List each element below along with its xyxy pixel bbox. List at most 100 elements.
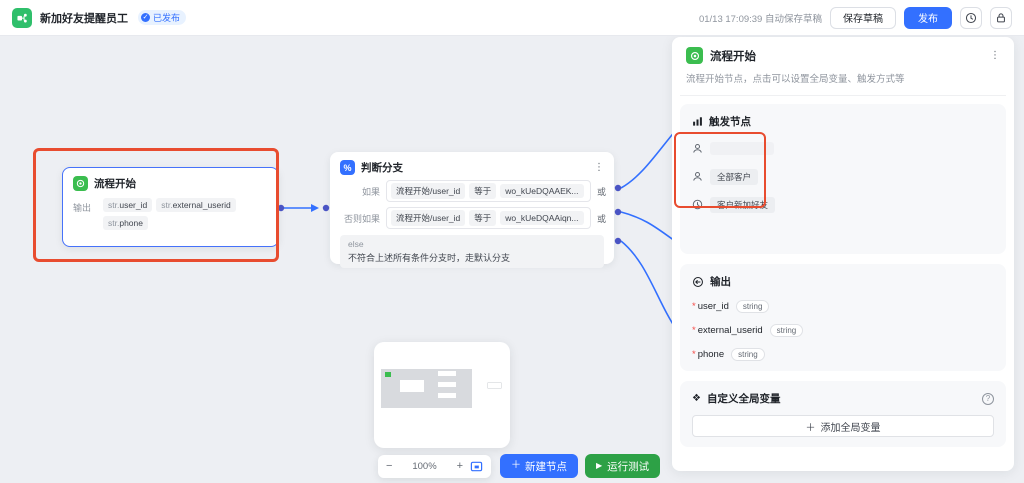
output-variable-row: * phone string [692,348,994,361]
status-badge: ✓ 已发布 [138,10,187,25]
or-label: 或 [596,213,606,224]
required-mark: * [692,301,696,312]
minimap-node [385,372,391,377]
chart-icon [693,117,702,126]
start-node-title: 流程开始 [94,178,136,190]
globals-section: ❖ 自定义全局变量 ? ＋ 添加全局变量 [680,381,1006,447]
lock-icon [997,12,1005,22]
condition-value: wo_kUeDQAAEK... [505,186,579,196]
variable-type-badge: string [735,300,770,313]
branch-port-dot [614,184,622,192]
app-logo-icon [12,7,32,28]
branch-port-dot [614,237,622,245]
connector-curve [620,211,679,244]
else-description: 不符合上述所有条件分支时，走默认分支 [348,253,511,263]
output-variable-row: * external_userid string [692,324,994,337]
branch-port-dot [614,208,622,216]
trigger-section: 触发节点 全部客户 客户新加好友 [674,104,1006,254]
zoom-toolbar: − 100% + [378,455,491,478]
variable-type-badge: string [731,348,765,361]
minimap-node [488,383,501,388]
condition-label: 如果 [361,186,380,197]
top-bar: 新加好友提醒员工 ✓ 已发布 01/13 17:09:39 自动保存草稿 保存草… [0,0,1024,36]
start-node-card[interactable]: 流程开始 输出 str.user_id str.external_userid … [62,167,279,247]
clock-icon [692,199,703,210]
status-badge-label: 已发布 [153,13,181,23]
clock-icon [965,12,977,23]
condition-field: 流程开始/user_id [396,186,461,196]
fit-view-button[interactable] [470,460,483,473]
output-label: 输出 [73,203,92,213]
trigger-item-value: 全部客户 [710,168,759,185]
trigger-item[interactable]: 全部客户 [692,168,994,185]
globals-section-title: 自定义全局变量 [706,393,781,405]
condition-value: wo_kUeDQAAiqn... [505,213,579,223]
trigger-section-title: 触发节点 [709,116,751,128]
condition-row: 如果 流程开始/user_id 等于 wo_kUeDQAAEK... 或 [340,180,606,202]
zoom-out-button[interactable]: − [386,461,392,472]
condition-box[interactable]: 流程开始/user_id 等于 wo_kUeDQAAiqn... [386,207,591,229]
variable-name: external_userid [697,325,763,336]
branch-node-title: 判断分支 [361,162,403,174]
kebab-menu-icon[interactable]: ⋮ [990,50,1000,61]
kebab-menu-icon[interactable]: ⋮ [594,162,604,173]
add-global-variable-button[interactable]: ＋ 添加全局变量 [692,415,994,437]
help-icon[interactable]: ? [982,392,994,405]
condition-operator: 等于 [474,186,492,196]
new-node-button[interactable]: ＋ 新建节点 [500,454,578,478]
input-port-dot [322,204,330,212]
run-test-button[interactable]: ▶ 运行测试 [585,454,661,478]
condition-label: 否则如果 [343,213,380,224]
condition-row: 否则如果 流程开始/user_id 等于 wo_kUeDQAAiqn... 或 [340,207,606,229]
minimap-node [438,371,456,376]
output-variable-tag[interactable]: str.external_userid [156,198,236,212]
plus-icon: ＋ [511,460,521,471]
trigger-item-value: 客户新加好友 [710,196,776,213]
save-draft-button[interactable]: 保存草稿 [830,6,896,29]
trigger-item-value [710,142,774,155]
person-icon [693,171,702,181]
start-icon [686,47,703,64]
output-variable-tag[interactable]: str.user_id [103,198,153,212]
history-button[interactable] [960,6,982,29]
else-branch: else 不符合上述所有条件分支时，走默认分支 [340,235,604,268]
diamond-icon: ❖ [692,392,701,404]
divider [680,95,1006,96]
required-mark: * [692,325,696,336]
fit-view-icon [470,461,483,472]
branch-icon: % [340,160,355,175]
minimap-viewport [381,369,472,408]
lock-button[interactable] [990,6,1012,29]
trigger-item[interactable] [692,140,994,157]
plus-icon: ＋ [805,422,816,434]
branch-node-card[interactable]: % 判断分支 ⋮ 如果 流程开始/user_id 等于 wo_kUeDQAAEK… [330,152,614,268]
output-variable-tag[interactable]: str.phone [103,216,148,230]
minimap-node [438,393,456,398]
publish-button[interactable]: 发布 [904,6,952,29]
condition-field: 流程开始/user_id [396,213,461,223]
else-label: else [348,239,364,249]
panel-title: 流程开始 [710,50,756,63]
page-title: 新加好友提醒员工 [40,12,128,25]
condition-operator: 等于 [474,213,492,223]
variable-name: phone [697,349,725,360]
connector-arrowhead [311,204,319,212]
variable-type-badge: string [769,324,804,337]
minimap-node [438,382,456,387]
output-arrow-icon [692,276,704,288]
variable-name: user_id [697,301,729,312]
output-section: 输出 * user_id string * external_userid st… [680,264,1006,371]
output-variable-row: * user_id string [692,300,994,313]
output-section-title: 输出 [710,276,731,288]
condition-box[interactable]: 流程开始/user_id 等于 wo_kUeDQAAEK... [386,180,591,202]
trigger-item[interactable]: 客户新加好友 [692,196,994,213]
play-icon: ▶ [596,461,603,470]
connector-curve [620,129,677,189]
or-label: 或 [596,186,606,197]
panel-description: 流程开始节点，点击可以设置全局变量、触发方式等 [686,74,905,85]
minimap[interactable] [374,342,510,448]
zoom-in-button[interactable]: + [457,461,463,472]
start-icon [73,176,88,191]
person-icon [693,143,702,153]
autosave-text: 01/13 17:09:39 自动保存草稿 [698,13,822,25]
